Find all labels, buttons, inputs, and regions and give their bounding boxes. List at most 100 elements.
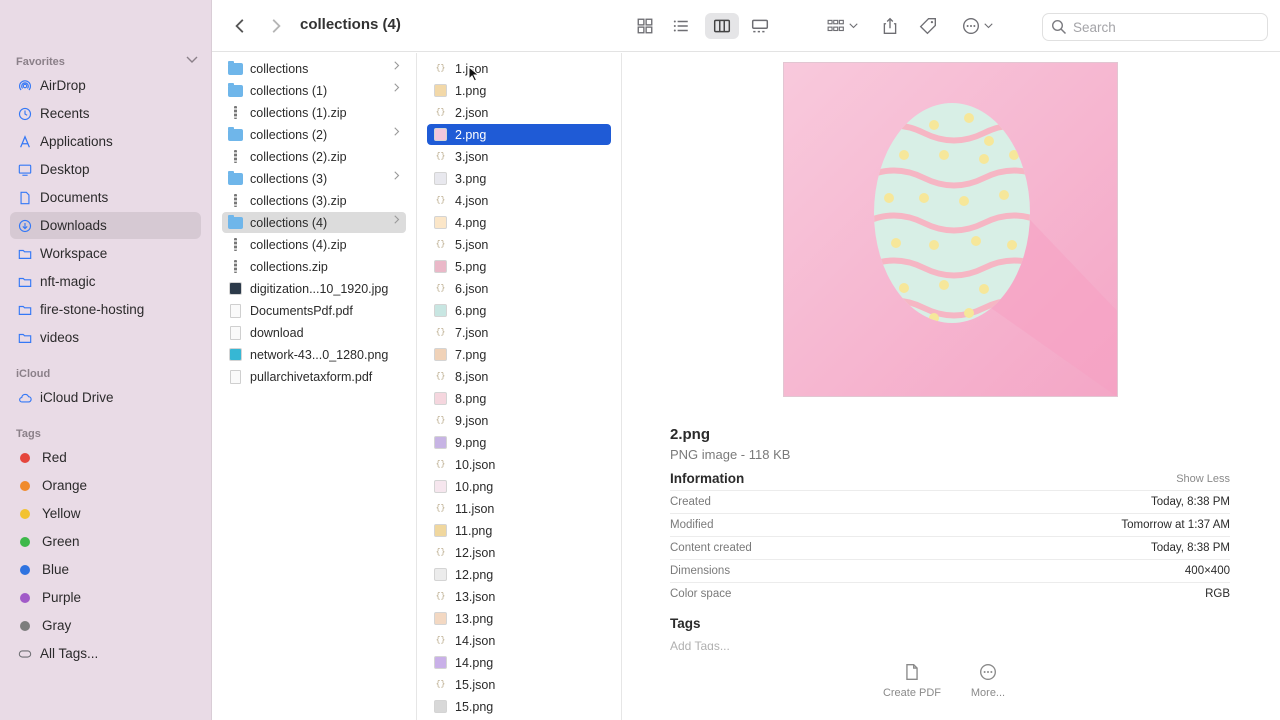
zip-file-icon <box>228 105 243 120</box>
gallery-icon <box>751 19 769 33</box>
file-row[interactable]: collections (1).zip <box>222 102 406 123</box>
sidebar: Favorites AirDrop Recents Applications D… <box>0 0 212 720</box>
file-name: collections <box>250 61 309 76</box>
file-row[interactable]: {} 12.json <box>427 542 611 563</box>
file-row[interactable]: {} 7.json <box>427 322 611 343</box>
file-row[interactable]: {} 13.json <box>427 586 611 607</box>
sidebar-item-applications[interactable]: Applications <box>10 128 201 155</box>
sidebar-all-tags[interactable]: All Tags... <box>10 640 201 667</box>
file-name: DocumentsPdf.pdf <box>250 303 353 318</box>
chevron-down-icon[interactable] <box>186 56 200 68</box>
create-pdf-icon <box>906 664 918 680</box>
file-name: 2.json <box>455 105 489 120</box>
group-by-button[interactable] <box>822 13 862 39</box>
file-row[interactable]: digitization...10_1920.jpg <box>222 278 406 299</box>
file-row[interactable]: {} 8.json <box>427 366 611 387</box>
file-row[interactable]: {} 5.json <box>427 234 611 255</box>
sidebar-item-nft-magic[interactable]: nft-magic <box>10 268 201 295</box>
sidebar-tag-blue[interactable]: Blue <box>10 556 201 583</box>
mouse-cursor-icon <box>468 66 480 82</box>
sidebar-item-airdrop[interactable]: AirDrop <box>10 72 201 99</box>
create-pdf-button[interactable]: Create PDF <box>877 663 947 699</box>
file-row[interactable]: 6.png <box>427 300 611 321</box>
column-view-button[interactable] <box>705 13 739 39</box>
folder-row[interactable]: collections (4) <box>222 212 406 233</box>
file-row[interactable]: {} 3.json <box>427 146 611 167</box>
file-row[interactable]: 2.png <box>427 124 611 145</box>
zip-file-icon <box>228 237 243 252</box>
sidebar-item-documents[interactable]: Documents <box>10 184 201 211</box>
file-row[interactable]: pullarchivetaxform.pdf <box>222 366 406 387</box>
file-row[interactable]: 14.png <box>427 652 611 673</box>
window-title: collections (4) <box>300 16 401 33</box>
sidebar-tag-gray[interactable]: Gray <box>10 612 201 639</box>
file-row[interactable]: 11.png <box>427 520 611 541</box>
file-row[interactable]: {} 15.json <box>427 674 611 695</box>
chevron-down-icon <box>983 23 993 29</box>
file-name: 14.png <box>455 655 494 670</box>
sidebar-tag-purple[interactable]: Purple <box>10 584 201 611</box>
sidebar-tag-yellow[interactable]: Yellow <box>10 500 201 527</box>
sidebar-item-fire-stone-hosting[interactable]: fire-stone-hosting <box>10 296 201 323</box>
file-row[interactable]: download <box>222 322 406 343</box>
folder-row[interactable]: collections (2) <box>222 124 406 145</box>
search-field[interactable] <box>1042 13 1268 41</box>
sidebar-item-videos[interactable]: videos <box>10 324 201 351</box>
file-row[interactable]: {} 1.json <box>427 58 611 79</box>
sidebar-tag-red[interactable]: Red <box>10 444 201 471</box>
file-row[interactable]: collections.zip <box>222 256 406 277</box>
file-row[interactable]: 5.png <box>427 256 611 277</box>
sidebar-tag-orange[interactable]: Orange <box>10 472 201 499</box>
file-row[interactable]: 7.png <box>427 344 611 365</box>
list-view-button[interactable] <box>668 13 694 39</box>
back-button[interactable] <box>230 13 250 39</box>
action-menu-button[interactable] <box>958 13 996 39</box>
folder-row[interactable]: collections (1) <box>222 80 406 101</box>
gallery-view-button[interactable] <box>747 13 773 39</box>
file-name: 2.png <box>455 127 487 142</box>
file-row[interactable]: 13.png <box>427 608 611 629</box>
file-row[interactable]: DocumentsPdf.pdf <box>222 300 406 321</box>
file-row[interactable]: {} 4.json <box>427 190 611 211</box>
forward-button[interactable] <box>266 13 286 39</box>
file-row[interactable]: {} 9.json <box>427 410 611 431</box>
file-row[interactable]: {} 2.json <box>427 102 611 123</box>
file-row[interactable]: collections (3).zip <box>222 190 406 211</box>
file-row[interactable]: collections (2).zip <box>222 146 406 167</box>
file-row[interactable]: 12.png <box>427 564 611 585</box>
image-file-icon <box>228 281 243 296</box>
json-file-icon: {} <box>435 108 446 117</box>
folder-row[interactable]: collections (3) <box>222 168 406 189</box>
add-tags-field[interactable]: Add Tags... <box>670 639 730 650</box>
file-row[interactable]: 9.png <box>427 432 611 453</box>
file-row[interactable]: {} 11.json <box>427 498 611 519</box>
search-input[interactable] <box>1073 19 1253 35</box>
sidebar-item-desktop[interactable]: Desktop <box>10 156 201 183</box>
file-row[interactable]: {} 14.json <box>427 630 611 651</box>
file-row[interactable]: network-43...0_1280.png <box>222 344 406 365</box>
icon-view-button[interactable] <box>632 13 658 39</box>
share-button[interactable] <box>879 13 901 39</box>
tag-dot-icon <box>20 452 30 463</box>
sidebar-item-downloads[interactable]: Downloads <box>10 212 201 239</box>
tag-button[interactable] <box>917 13 939 39</box>
sidebar-item-icloud-drive[interactable]: iCloud Drive <box>10 384 201 411</box>
file-row[interactable]: 1.png <box>427 80 611 101</box>
file-row[interactable]: 4.png <box>427 212 611 233</box>
sidebar-item-workspace[interactable]: Workspace <box>10 240 201 267</box>
show-less-link[interactable]: Show Less <box>1176 473 1230 485</box>
list-icon <box>673 20 688 32</box>
file-row[interactable]: 8.png <box>427 388 611 409</box>
tags-header: Tags <box>16 428 41 440</box>
file-row[interactable]: collections (4).zip <box>222 234 406 255</box>
folder-row[interactable]: collections <box>222 58 406 79</box>
file-row[interactable]: 10.png <box>427 476 611 497</box>
sidebar-item-recents[interactable]: Recents <box>10 100 201 127</box>
file-row[interactable]: {} 10.json <box>427 454 611 475</box>
file-row[interactable]: {} 6.json <box>427 278 611 299</box>
file-name: 15.json <box>455 677 496 692</box>
more-button[interactable]: More... <box>953 663 1023 699</box>
file-row[interactable]: 3.png <box>427 168 611 189</box>
sidebar-tag-green[interactable]: Green <box>10 528 201 555</box>
file-row[interactable]: 15.png <box>427 696 611 717</box>
